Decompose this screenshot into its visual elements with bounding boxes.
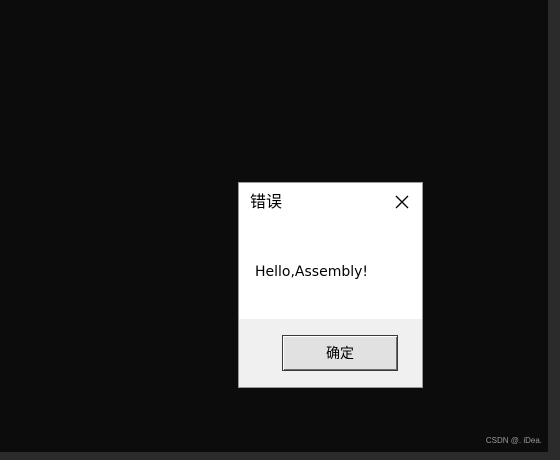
dialog-footer: 确定 bbox=[239, 319, 422, 387]
dialog-title: 错误 bbox=[250, 192, 283, 211]
ok-button[interactable]: 确定 bbox=[282, 335, 398, 371]
watermark-text: CSDN @. iDea. bbox=[485, 436, 542, 445]
console-bottom-edge bbox=[0, 452, 560, 460]
close-button[interactable] bbox=[389, 189, 415, 215]
console-scrollbar[interactable] bbox=[548, 0, 560, 460]
message-box-dialog: 错误 Hello,Assembly! 确定 bbox=[238, 182, 423, 388]
dialog-body: Hello,Assembly! bbox=[239, 221, 422, 319]
dialog-message: Hello,Assembly! bbox=[255, 264, 369, 280]
close-icon bbox=[395, 195, 409, 209]
